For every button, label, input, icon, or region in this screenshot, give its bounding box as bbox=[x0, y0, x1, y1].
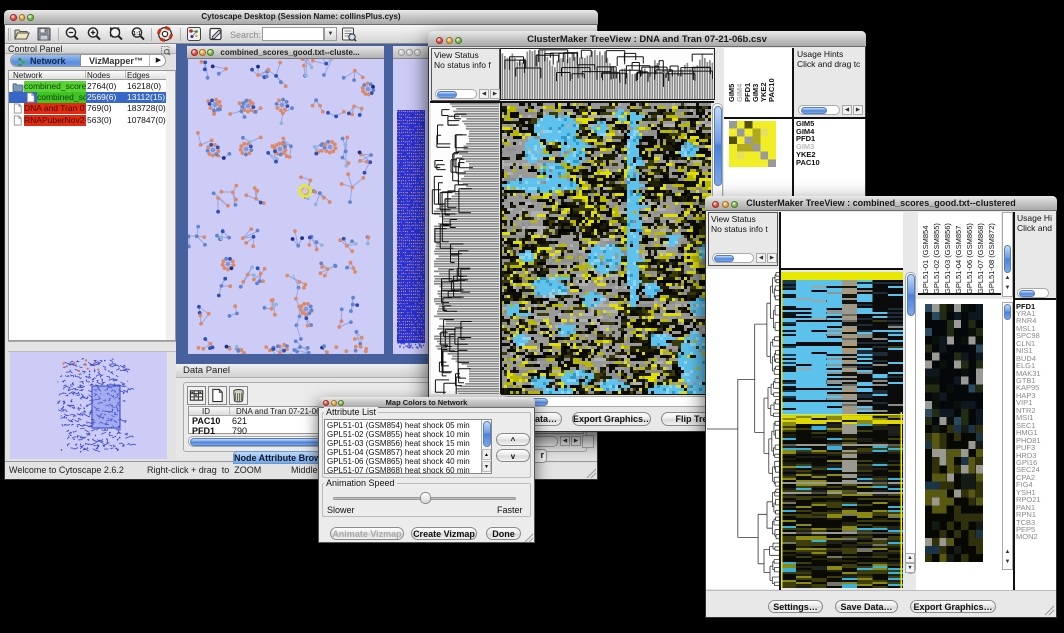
svg-text:1:1: 1:1 bbox=[133, 31, 141, 37]
